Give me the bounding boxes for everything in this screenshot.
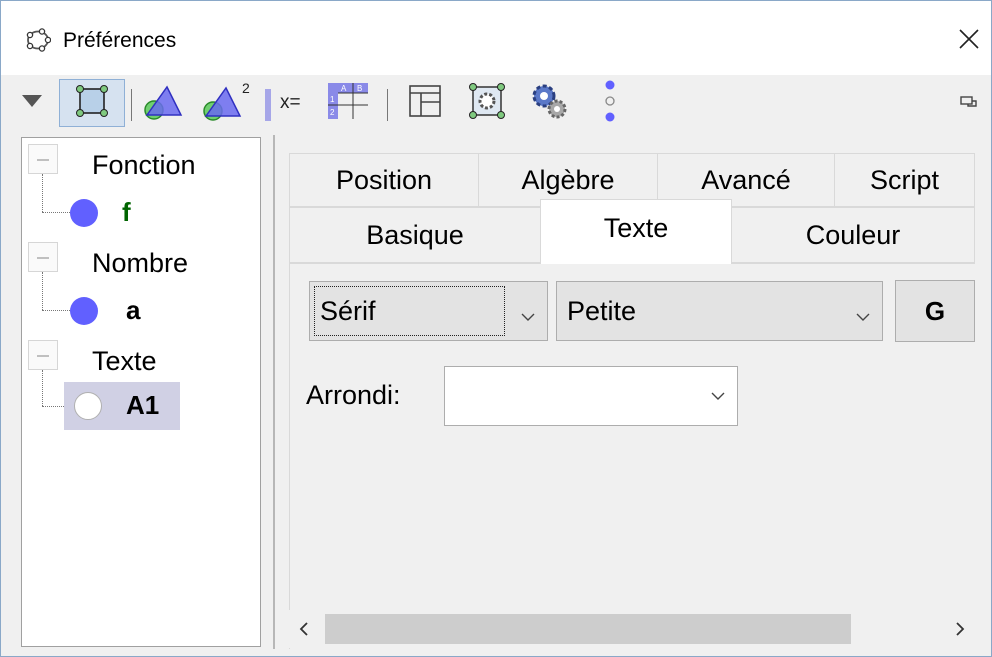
graphics-2-icon: 2 <box>199 79 253 128</box>
tree-group-fonction[interactable]: Fonction <box>92 150 196 181</box>
toolbar-separator <box>387 89 388 121</box>
advanced-settings-button[interactable] <box>519 75 579 131</box>
more-icon <box>603 79 617 128</box>
title-bar: Préférences <box>1 1 991 75</box>
algebra-settings-button[interactable]: x= <box>277 75 315 131</box>
more-button[interactable] <box>597 75 623 131</box>
tree-connector <box>42 174 43 212</box>
object-tree: Fonction f Nombre a Texte A1 <box>21 137 261 647</box>
menu-arrow-icon <box>21 94 43 113</box>
rounding-label: Arrondi: <box>306 380 401 410</box>
layout-settings-button[interactable] <box>395 75 455 131</box>
restore-window-button[interactable] <box>955 75 983 131</box>
toolbar-separator <box>131 89 132 121</box>
visibility-dot-icon[interactable] <box>74 392 102 420</box>
tree-connector <box>42 310 72 311</box>
graphics-2-settings-button[interactable]: 2 <box>197 75 255 131</box>
horizontal-scrollbar[interactable] <box>289 610 975 648</box>
tree-group-texte[interactable]: Texte <box>92 346 157 377</box>
tree-connector <box>42 370 43 406</box>
collapse-texte-toggle[interactable] <box>28 340 58 370</box>
chevron-down-icon <box>519 302 537 321</box>
scroll-right-icon[interactable] <box>953 620 967 643</box>
layout-icon <box>406 82 444 125</box>
split-pane-divider[interactable] <box>273 135 275 649</box>
defaults-icon <box>467 81 507 126</box>
chevron-down-icon <box>854 302 872 321</box>
font-size-value: Petite <box>567 295 637 326</box>
svg-text:B: B <box>357 84 362 93</box>
preferences-toolbar: 2 x= A B 1 2 <box>1 75 991 131</box>
rounding-select[interactable] <box>444 366 738 426</box>
svg-text:2: 2 <box>330 108 335 117</box>
chevron-down-icon <box>709 387 727 405</box>
tree-connector <box>42 272 43 310</box>
restore-window-icon <box>960 92 978 115</box>
tab-couleur[interactable]: Couleur <box>731 207 975 263</box>
tree-connector <box>42 406 66 407</box>
advanced-settings-icon <box>529 81 569 126</box>
tree-group-nombre[interactable]: Nombre <box>92 248 188 279</box>
collapse-fonction-toggle[interactable] <box>28 144 58 174</box>
window-title: Préférences <box>63 29 177 52</box>
font-family-value: Sérif <box>320 295 376 326</box>
tree-connector <box>42 212 72 213</box>
graphics-3d-icon <box>141 81 187 126</box>
preferences-window: Préférences 2 x= A B 1 2 Fonction f Nomb… <box>0 0 992 657</box>
defaults-settings-button[interactable] <box>457 75 517 131</box>
svg-text:2: 2 <box>242 80 250 96</box>
font-size-select[interactable]: Petite <box>556 281 883 341</box>
graphics-icon <box>72 81 112 126</box>
close-button[interactable] <box>947 19 991 63</box>
svg-text:1: 1 <box>330 95 335 104</box>
svg-text:x=: x= <box>280 92 301 113</box>
collapse-nombre-toggle[interactable] <box>28 242 58 272</box>
visibility-dot-icon[interactable] <box>70 297 98 325</box>
graphics-3d-settings-button[interactable] <box>137 75 191 131</box>
font-family-select[interactable]: Sérif <box>309 281 548 341</box>
tree-item-a1-selected[interactable]: A1 <box>64 382 180 430</box>
visibility-dot-icon[interactable] <box>70 199 98 227</box>
tab-texte[interactable]: Texte <box>540 199 732 264</box>
svg-text:A: A <box>341 84 347 93</box>
scrollbar-thumb[interactable] <box>325 614 851 644</box>
tab-position[interactable]: Position <box>289 153 479 207</box>
geogebra-logo-icon <box>25 27 52 53</box>
tree-item-f[interactable]: f <box>122 197 131 228</box>
spreadsheet-icon: A B 1 2 <box>326 81 370 126</box>
tree-item-a[interactable]: a <box>126 295 140 326</box>
bold-toggle-button[interactable]: G <box>895 280 975 342</box>
menu-toggle-button[interactable] <box>15 75 49 131</box>
toolbar-accent-separator <box>265 89 271 121</box>
algebra-icon: x= <box>278 89 314 118</box>
tab-basique[interactable]: Basique <box>289 207 541 263</box>
tree-item-a1[interactable]: A1 <box>126 390 159 421</box>
scroll-left-icon[interactable] <box>297 620 311 643</box>
graphics-settings-button[interactable] <box>59 79 125 127</box>
spreadsheet-settings-button[interactable]: A B 1 2 <box>317 75 379 131</box>
tab-script[interactable]: Script <box>834 153 975 207</box>
close-icon <box>958 28 980 55</box>
